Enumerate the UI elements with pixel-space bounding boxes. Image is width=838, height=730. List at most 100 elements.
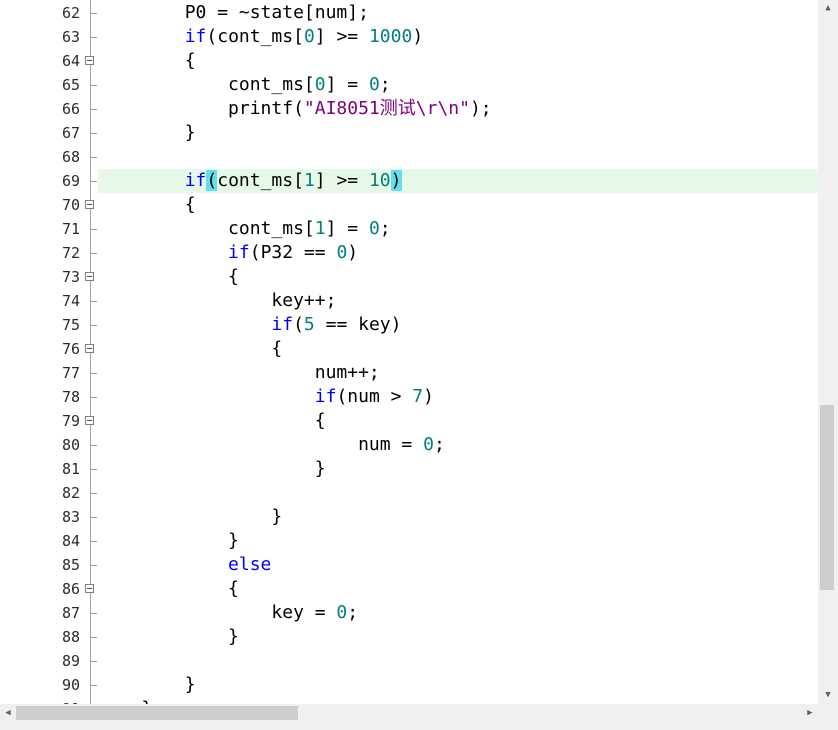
code-text[interactable]: }	[98, 505, 818, 529]
code-text[interactable]: {	[98, 337, 818, 361]
code-editor[interactable]: 62 P0 = ~state[num]; 63 if(cont_ms[0] >= …	[0, 0, 818, 704]
code-text[interactable]: }	[98, 121, 818, 145]
code-line[interactable]: 85 else	[0, 553, 818, 577]
code-line[interactable]: 77 num++;	[0, 361, 818, 385]
code-text[interactable]: if(5 == key)	[98, 313, 818, 337]
code-text[interactable]: }	[98, 457, 818, 481]
code-text[interactable]: {	[98, 49, 818, 73]
fold-line-tick	[91, 37, 97, 38]
code-line[interactable]: 74 key++;	[0, 289, 818, 313]
line-number: 87	[61, 604, 80, 622]
code-text[interactable]	[98, 145, 818, 169]
fold-toggle-icon[interactable]	[85, 584, 94, 593]
fold-line-tick	[91, 13, 97, 14]
code-line[interactable]: 73 {	[0, 265, 818, 289]
code-text[interactable]: printf("AI8051测试\r\n");	[98, 97, 818, 121]
code-text[interactable]: {	[98, 577, 818, 601]
code-text[interactable]: cont_ms[0] = 0;	[98, 73, 818, 97]
plain-token: }	[98, 458, 326, 479]
fold-toggle-icon[interactable]	[85, 416, 94, 425]
code-line[interactable]: 83 }	[0, 505, 818, 529]
code-line[interactable]: 69 if(cont_ms[1] >= 10)	[0, 169, 818, 193]
code-line[interactable]: 84 }	[0, 529, 818, 553]
code-text[interactable]: key = 0;	[98, 601, 818, 625]
code-text[interactable]: }	[98, 625, 818, 649]
fold-line-tick	[91, 469, 97, 470]
number-token: 7	[412, 386, 424, 407]
code-line[interactable]: 76 {	[0, 337, 818, 361]
plain-token: (cont_ms[	[206, 26, 304, 47]
code-line[interactable]: 62 P0 = ~state[num];	[0, 1, 818, 25]
code-line[interactable]: 79 {	[0, 409, 818, 433]
code-line[interactable]: 90 }	[0, 673, 818, 697]
code-line[interactable]: 65 cont_ms[0] = 0;	[0, 73, 818, 97]
vertical-scrollbar[interactable]	[818, 0, 838, 704]
code-line[interactable]: 63 if(cont_ms[0] >= 1000)	[0, 25, 818, 49]
scroll-down-icon[interactable]: ▼	[818, 687, 838, 704]
code-text[interactable]: if(P32 == 0)	[98, 241, 818, 265]
code-line[interactable]: 82	[0, 481, 818, 505]
fold-toggle-icon[interactable]	[85, 344, 94, 353]
line-number: 63	[61, 28, 80, 46]
code-text[interactable]: P0 = ~state[num];	[98, 1, 818, 25]
keyword-token: else	[228, 554, 272, 575]
fold-line-tick	[91, 181, 97, 182]
line-number: 72	[61, 244, 80, 262]
code-line[interactable]: 91 }	[0, 697, 818, 704]
code-text[interactable]: }	[98, 697, 818, 704]
code-line[interactable]: 64 {	[0, 49, 818, 73]
line-number: 85	[61, 556, 80, 574]
scroll-right-icon[interactable]: ▶	[802, 704, 818, 722]
code-line[interactable]: 81 }	[0, 457, 818, 481]
code-text[interactable]: num = 0;	[98, 433, 818, 457]
code-line[interactable]: 80 num = 0;	[0, 433, 818, 457]
code-line[interactable]: 67 }	[0, 121, 818, 145]
code-line[interactable]: 66 printf("AI8051测试\r\n");	[0, 97, 818, 121]
code-text[interactable]: if(num > 7)	[98, 385, 818, 409]
plain-token: {	[98, 338, 283, 359]
fold-toggle-icon[interactable]	[85, 272, 94, 281]
code-line[interactable]: 78 if(num > 7)	[0, 385, 818, 409]
code-text[interactable]: {	[98, 409, 818, 433]
line-number: 80	[61, 436, 80, 454]
line-number: 71	[61, 220, 80, 238]
vertical-scroll-thumb[interactable]	[820, 405, 834, 590]
code-text[interactable]: key++;	[98, 289, 818, 313]
plain-token: cont_ms[	[98, 218, 315, 239]
number-token: 5	[303, 314, 315, 335]
fold-line-tick	[91, 685, 97, 686]
code-line[interactable]: 75 if(5 == key)	[0, 313, 818, 337]
line-number: 86	[61, 580, 80, 598]
line-number: 64	[61, 52, 80, 70]
code-text[interactable]	[98, 649, 818, 673]
code-text[interactable]: cont_ms[1] = 0;	[98, 217, 818, 241]
code-line[interactable]: 88 }	[0, 625, 818, 649]
code-text[interactable]: else	[98, 553, 818, 577]
code-text[interactable]: if(cont_ms[1] >= 10)	[98, 169, 818, 193]
scroll-up-icon[interactable]: ▲	[818, 0, 838, 17]
scroll-left-icon[interactable]: ◀	[0, 704, 16, 722]
line-number: 73	[61, 268, 80, 286]
plain-token: }	[98, 674, 196, 695]
horizontal-scroll-thumb[interactable]	[16, 706, 298, 720]
plain-token: num++;	[98, 362, 380, 383]
code-text[interactable]	[98, 481, 818, 505]
fold-line-tick	[91, 541, 97, 542]
code-text[interactable]: num++;	[98, 361, 818, 385]
code-line[interactable]: 71 cont_ms[1] = 0;	[0, 217, 818, 241]
line-number: 79	[61, 412, 80, 430]
plain-token: cont_ms[	[217, 170, 304, 191]
fold-toggle-icon[interactable]	[85, 56, 94, 65]
code-line[interactable]: 87 key = 0;	[0, 601, 818, 625]
code-text[interactable]: {	[98, 265, 818, 289]
code-text[interactable]: if(cont_ms[0] >= 1000)	[98, 25, 818, 49]
fold-toggle-icon[interactable]	[85, 200, 94, 209]
code-line[interactable]: 86 {	[0, 577, 818, 601]
code-line[interactable]: 70 {	[0, 193, 818, 217]
code-line[interactable]: 68	[0, 145, 818, 169]
code-text[interactable]: }	[98, 529, 818, 553]
code-text[interactable]: }	[98, 673, 818, 697]
code-text[interactable]: {	[98, 193, 818, 217]
code-line[interactable]: 72 if(P32 == 0)	[0, 241, 818, 265]
code-line[interactable]: 89	[0, 649, 818, 673]
